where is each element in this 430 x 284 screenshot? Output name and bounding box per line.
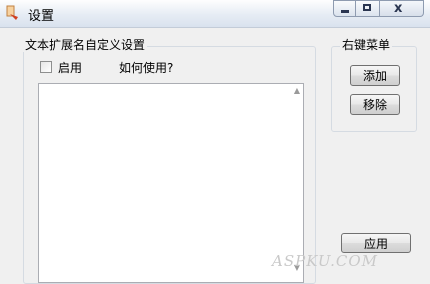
title-bar: 设置 x — [0, 0, 430, 28]
maximize-icon — [363, 4, 371, 11]
enable-checkbox-label[interactable]: 启用 — [58, 59, 82, 76]
extension-settings-legend: 文本扩展名自定义设置 — [23, 38, 148, 52]
context-menu-legend: 右键菜单 — [340, 38, 393, 52]
remove-button[interactable]: 移除 — [350, 94, 400, 115]
minimize-icon — [341, 10, 349, 13]
extension-list[interactable] — [38, 83, 304, 283]
watermark: ASPKU.COM — [272, 252, 379, 270]
howto-link[interactable]: 如何使用? — [119, 59, 173, 76]
minimize-button[interactable] — [333, 0, 356, 17]
context-menu-group — [331, 46, 417, 132]
maximize-button[interactable] — [356, 0, 380, 17]
scroll-up-arrow-icon[interactable]: ▲ — [292, 86, 302, 96]
window-title: 设置 — [28, 9, 55, 24]
add-button[interactable]: 添加 — [350, 65, 400, 86]
close-icon: x — [394, 1, 403, 16]
window-settings-icon — [6, 5, 18, 20]
close-button[interactable]: x — [380, 0, 424, 17]
enable-checkbox[interactable] — [40, 61, 52, 73]
apply-button[interactable]: 应用 — [341, 233, 411, 253]
